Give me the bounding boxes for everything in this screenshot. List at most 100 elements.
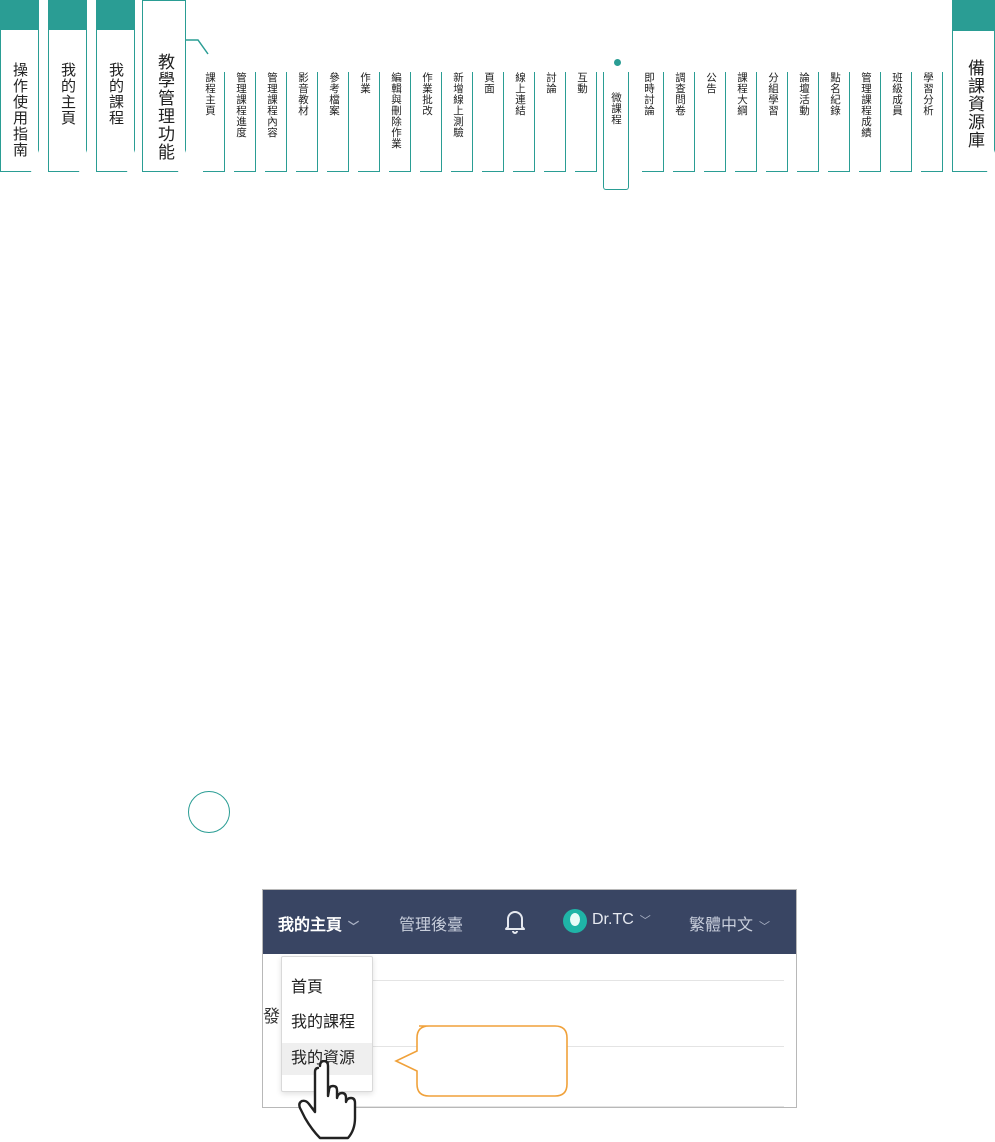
callout-bubble — [394, 1025, 568, 1097]
sub-tab-label: 學習分析 — [922, 72, 934, 116]
sub-tab-20[interactable]: 論壇活動 — [797, 72, 819, 172]
sub-tab-base — [735, 171, 757, 172]
sub-tab-3[interactable]: 管理課程內容 — [265, 72, 287, 172]
sub-tab-base — [797, 171, 819, 172]
sub-tab-label: 參考檔案 — [328, 72, 340, 116]
nav-admin[interactable]: 管理後臺 — [399, 911, 463, 935]
sub-tab-6[interactable]: 作業 — [358, 72, 380, 172]
sub-tab-base — [642, 171, 664, 172]
nav-language[interactable]: 繁體中文 ﹀ — [689, 911, 770, 935]
nav-my-home-label: 我的主頁 — [278, 917, 343, 934]
sub-tab-base — [420, 171, 442, 172]
active-indicator-dot — [614, 59, 621, 66]
sub-tab-base — [327, 171, 349, 172]
tab-label: 我的主頁 — [59, 62, 77, 126]
sub-tab-13[interactable]: 互動 — [575, 72, 597, 172]
sub-tab-base — [234, 171, 256, 172]
nav-user[interactable]: Dr.TC ﹀ — [592, 911, 651, 929]
menu-item-my-courses[interactable]: 我的課程 — [282, 1007, 372, 1039]
sub-tab-label: 管理課程成績 — [860, 72, 872, 138]
sub-tab-11[interactable]: 線上連結 — [513, 72, 535, 172]
sub-tab-7[interactable]: 編輯與刪除作業 — [389, 72, 411, 172]
bell-icon[interactable] — [504, 908, 526, 934]
sub-tab-label: 管理課程內容 — [266, 72, 278, 138]
chevron-down-icon: ﹀ — [348, 921, 360, 933]
sub-tab-label: 新增線上測驗 — [452, 72, 464, 138]
sub-tab-base — [828, 171, 850, 172]
tab-teaching-management[interactable]: 教學管理功能 — [142, 0, 186, 172]
sub-tab-base — [358, 171, 380, 172]
sub-tab-2[interactable]: 管理課程進度 — [234, 72, 256, 172]
tab-label: 我的課程 — [107, 62, 125, 126]
avatar[interactable] — [563, 909, 587, 933]
sub-tab-15[interactable]: 即時討論 — [642, 72, 664, 172]
sub-tab-19[interactable]: 分組學習 — [766, 72, 788, 172]
tab-user-guide[interactable]: 操作使用指南 — [0, 0, 39, 172]
sub-tab-base — [389, 171, 411, 172]
menu-item-home[interactable]: 首頁 — [282, 972, 372, 1004]
sub-tab-base — [704, 171, 726, 172]
sub-tab-base — [575, 171, 597, 172]
sub-tab-label: 點名紀錄 — [829, 72, 841, 116]
tab-my-home[interactable]: 我的主頁 — [48, 0, 87, 172]
tab-cap — [49, 0, 86, 30]
sub-tab-label: 互動 — [576, 72, 588, 94]
sub-tab-base — [513, 171, 535, 172]
sub-tab-9[interactable]: 新增線上測驗 — [451, 72, 473, 172]
tab-my-courses[interactable]: 我的課程 — [96, 0, 135, 172]
tab-cap — [97, 0, 134, 30]
sub-tab-label: 課程主頁 — [204, 72, 216, 116]
sub-tab-label: 作業 — [359, 72, 371, 94]
sub-tab-label: 調查問卷 — [674, 72, 686, 116]
sub-tab-base — [673, 171, 695, 172]
top-navbar: 我的主頁 ﹀ 管理後臺 Dr.TC ﹀ 繁體中文 ﹀ — [263, 890, 796, 954]
sub-tab-23[interactable]: 班級成員 — [890, 72, 912, 172]
sub-tab-base — [482, 171, 504, 172]
sub-tab-label: 作業批改 — [421, 72, 433, 116]
sub-tab-label: 論壇活動 — [798, 72, 810, 116]
partial-text: 發 — [263, 1007, 280, 1026]
sub-tab-14[interactable]: 微課程 — [603, 72, 629, 190]
sub-tab-24[interactable]: 學習分析 — [921, 72, 943, 172]
tab-cap — [1, 0, 38, 30]
sub-tab-8[interactable]: 作業批改 — [420, 72, 442, 172]
sub-tab-12[interactable]: 討論 — [544, 72, 566, 172]
sub-tab-base — [451, 171, 473, 172]
sub-tab-17[interactable]: 公告 — [704, 72, 726, 172]
tab-label: 備課資源庫 — [964, 59, 984, 149]
sub-tab-base — [265, 171, 287, 172]
sub-tab-22[interactable]: 管理課程成績 — [859, 72, 881, 172]
sub-tab-18[interactable]: 課程大綱 — [735, 72, 757, 172]
step-circle — [188, 791, 230, 833]
sub-tab-label: 公告 — [705, 72, 717, 94]
sub-tab-base — [921, 171, 943, 172]
sub-tab-label: 班級成員 — [891, 72, 903, 116]
chevron-down-icon: ﹀ — [759, 921, 771, 933]
sub-tab-base — [203, 171, 225, 172]
tab-connector — [186, 39, 209, 55]
sub-tab-base — [544, 171, 566, 172]
sub-tab-label: 分組學習 — [767, 72, 779, 116]
sub-tab-4[interactable]: 影音教材 — [296, 72, 318, 172]
chevron-down-icon: ﹀ — [639, 915, 651, 927]
user-name: Dr.TC — [592, 911, 634, 928]
sub-tab-10[interactable]: 頁面 — [482, 72, 504, 172]
sub-tab-label: 編輯與刪除作業 — [390, 72, 402, 149]
sub-tab-base — [890, 171, 912, 172]
tab-label: 教學管理功能 — [154, 53, 174, 161]
sub-tab-16[interactable]: 調查問卷 — [673, 72, 695, 172]
sub-tab-base — [296, 171, 318, 172]
sub-tab-5[interactable]: 參考檔案 — [327, 72, 349, 172]
language-label: 繁體中文 — [689, 917, 754, 934]
sub-tab-label: 管理課程進度 — [235, 72, 247, 138]
sub-tab-label: 頁面 — [483, 72, 495, 94]
sub-tab-1[interactable]: 課程主頁 — [203, 72, 225, 172]
pointer-hand-icon — [298, 1060, 357, 1140]
sub-tab-base — [766, 171, 788, 172]
sub-tab-label: 即時討論 — [643, 72, 655, 116]
sub-tab-21[interactable]: 點名紀錄 — [828, 72, 850, 172]
tab-resource-library[interactable]: 備課資源庫 — [952, 0, 995, 172]
nav-my-home[interactable]: 我的主頁 ﹀ — [278, 911, 359, 935]
tab-label: 操作使用指南 — [11, 62, 29, 158]
sub-tab-label: 線上連結 — [514, 72, 526, 116]
